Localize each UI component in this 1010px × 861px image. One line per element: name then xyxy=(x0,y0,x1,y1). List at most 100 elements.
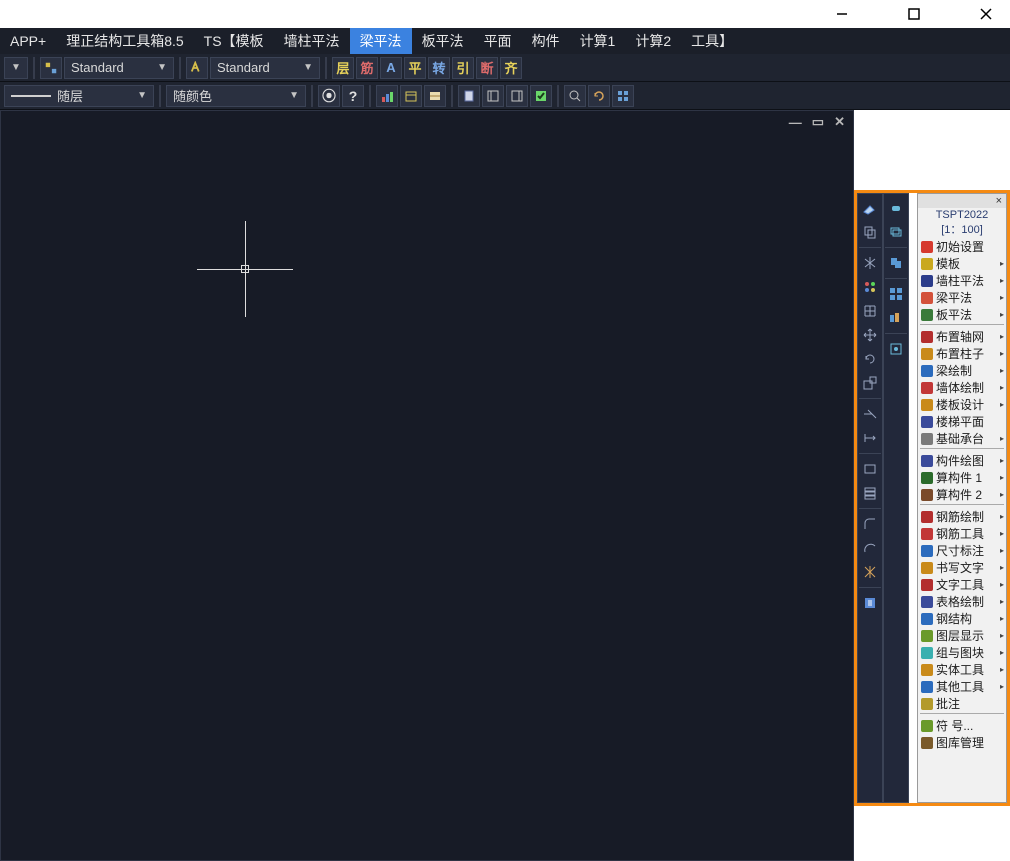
vtool2-squares-icon[interactable] xyxy=(885,283,907,305)
tool-calendar-button[interactable] xyxy=(400,85,422,107)
tool-table-button[interactable] xyxy=(424,85,446,107)
vtool-grid-icon[interactable] xyxy=(859,300,881,322)
panel-item-19[interactable]: 钢筋工具▸ xyxy=(918,525,1006,542)
glyph-button-层[interactable]: 层 xyxy=(332,57,354,79)
menu-item-7[interactable]: 构件 xyxy=(522,28,570,54)
panel-item-25[interactable]: 图层显示▸ xyxy=(918,627,1006,644)
vtool-scale-icon[interactable] xyxy=(859,372,881,394)
panel-item-15[interactable]: 算构件 1▸ xyxy=(918,469,1006,486)
panel-item-23[interactable]: 表格绘制▸ xyxy=(918,593,1006,610)
panel-item-2[interactable]: 墙柱平法▸ xyxy=(918,272,1006,289)
tool-doc1-button[interactable] xyxy=(458,85,480,107)
help-reference-button[interactable]: ⦿ xyxy=(318,85,340,107)
panel-item-16[interactable]: 算构件 2▸ xyxy=(918,486,1006,503)
menu-item-1[interactable]: 理正结构工具箱8.5 xyxy=(56,28,193,54)
glyph-button-引[interactable]: 引 xyxy=(452,57,474,79)
panel-item-6[interactable]: 布置轴网▸ xyxy=(918,328,1006,345)
menu-item-0[interactable]: APP+ xyxy=(0,28,56,54)
menu-item-5[interactable]: 板平法 xyxy=(412,28,474,54)
window-maximize-button[interactable] xyxy=(898,0,930,28)
vtool2-eraser-icon[interactable] xyxy=(885,197,907,219)
tool-grid-button[interactable] xyxy=(612,85,634,107)
vtool2-detail-icon[interactable] xyxy=(885,338,907,360)
tool-refresh-button[interactable] xyxy=(588,85,610,107)
drawing-maximize-icon[interactable]: ▭ xyxy=(812,114,824,130)
panel-item-29[interactable]: 批注 xyxy=(918,695,1006,712)
dimstyle-icon[interactable] xyxy=(40,57,62,79)
drawing-close-icon[interactable]: ✕ xyxy=(834,114,845,130)
vtool-rect-icon[interactable] xyxy=(859,458,881,480)
panel-item-14[interactable]: 构件绘图▸ xyxy=(918,452,1006,469)
layer-dropdown-small[interactable]: ▼ xyxy=(4,57,28,79)
vtool-trim-icon[interactable] xyxy=(859,403,881,425)
textstyle-select[interactable]: Standard ▼ xyxy=(210,57,320,79)
panel-item-12[interactable]: 基础承台▸ xyxy=(918,430,1006,447)
tool-doc3-button[interactable] xyxy=(506,85,528,107)
panel-item-24[interactable]: 钢结构▸ xyxy=(918,610,1006,627)
panel-item-21[interactable]: 书写文字▸ xyxy=(918,559,1006,576)
vtool-palette-icon[interactable] xyxy=(859,276,881,298)
panel-item-8[interactable]: 梁绘制▸ xyxy=(918,362,1006,379)
glyph-button-断[interactable]: 断 xyxy=(476,57,498,79)
menu-item-3[interactable]: 墙柱平法 xyxy=(274,28,350,54)
panel-item-22[interactable]: 文字工具▸ xyxy=(918,576,1006,593)
panel-item-32[interactable]: 图库管理 xyxy=(918,734,1006,751)
vtool2-blocks-icon[interactable] xyxy=(885,307,907,329)
vtool-extend-icon[interactable] xyxy=(859,427,881,449)
glyph-button-齐[interactable]: 齐 xyxy=(500,57,522,79)
glyph-button-筋[interactable]: 筋 xyxy=(356,57,378,79)
drawing-canvas[interactable]: — ▭ ✕ xyxy=(0,110,854,861)
panel-item-11[interactable]: 楼梯平面 xyxy=(918,413,1006,430)
menu-item-4[interactable]: 梁平法 xyxy=(350,28,412,54)
color-select[interactable]: 随颜色 ▼ xyxy=(166,85,306,107)
menu-item-9[interactable]: 计算2 xyxy=(625,28,681,54)
window-close-button[interactable] xyxy=(970,0,1002,28)
vtool-move-icon[interactable] xyxy=(859,324,881,346)
panel-item-3[interactable]: 梁平法▸ xyxy=(918,289,1006,306)
window-minimize-button[interactable] xyxy=(826,0,858,28)
tool-chart-button[interactable] xyxy=(376,85,398,107)
panel-item-4[interactable]: 板平法▸ xyxy=(918,306,1006,323)
vtool-eraser-icon[interactable] xyxy=(859,197,881,219)
tool-check-button[interactable] xyxy=(530,85,552,107)
tool-search-button[interactable] xyxy=(564,85,586,107)
panel-item-7[interactable]: 布置柱子▸ xyxy=(918,345,1006,362)
menu-item-6[interactable]: 平面 xyxy=(474,28,522,54)
vtool2-layers-icon[interactable] xyxy=(885,221,907,243)
panel-item-31[interactable]: 符 号... xyxy=(918,717,1006,734)
glyph-button-转[interactable]: 转 xyxy=(428,57,450,79)
vtool-rotate-icon[interactable] xyxy=(859,348,881,370)
panel-item-27[interactable]: 实体工具▸ xyxy=(918,661,1006,678)
vtool-explode-icon[interactable] xyxy=(859,561,881,583)
menu-item-10[interactable]: 工具】 xyxy=(681,28,743,54)
panel-item-0[interactable]: 初始设置 xyxy=(918,238,1006,255)
help-button[interactable]: ? xyxy=(342,85,364,107)
vtool-mirror-icon[interactable] xyxy=(859,252,881,274)
menu-item-8[interactable]: 计算1 xyxy=(570,28,626,54)
vtool-properties-icon[interactable] xyxy=(859,592,881,614)
panel-item-10[interactable]: 楼板设计▸ xyxy=(918,396,1006,413)
panel-item-label: 尺寸标注 xyxy=(936,542,984,559)
tool-doc2-button[interactable] xyxy=(482,85,504,107)
dimstyle-select[interactable]: Standard ▼ xyxy=(64,57,174,79)
glyph-button-A[interactable]: A xyxy=(380,57,402,79)
vtool-copy-icon[interactable] xyxy=(859,221,881,243)
vtool2-copy-icon[interactable] xyxy=(885,252,907,274)
panel-item-9[interactable]: 墙体绘制▸ xyxy=(918,379,1006,396)
panel-close-button[interactable]: × xyxy=(918,194,1006,208)
panel-item-icon xyxy=(920,736,934,750)
panel-item-28[interactable]: 其他工具▸ xyxy=(918,678,1006,695)
vtool-stack-icon[interactable] xyxy=(859,482,881,504)
layer-linetype-select[interactable]: 随层 ▼ xyxy=(4,85,154,107)
panel-item-18[interactable]: 钢筋绘制▸ xyxy=(918,508,1006,525)
glyph-button-平[interactable]: 平 xyxy=(404,57,426,79)
vtool-arc-icon[interactable] xyxy=(859,537,881,559)
drawing-minimize-icon[interactable]: — xyxy=(789,115,802,130)
vtool-fillet-icon[interactable] xyxy=(859,513,881,535)
panel-item-26[interactable]: 组与图块▸ xyxy=(918,644,1006,661)
panel-item-20[interactable]: 尺寸标注▸ xyxy=(918,542,1006,559)
panel-item-label: 墙体绘制 xyxy=(936,379,984,396)
menu-item-2[interactable]: TS【模板 xyxy=(194,28,274,54)
panel-item-1[interactable]: 模板▸ xyxy=(918,255,1006,272)
textstyle-icon[interactable] xyxy=(186,57,208,79)
